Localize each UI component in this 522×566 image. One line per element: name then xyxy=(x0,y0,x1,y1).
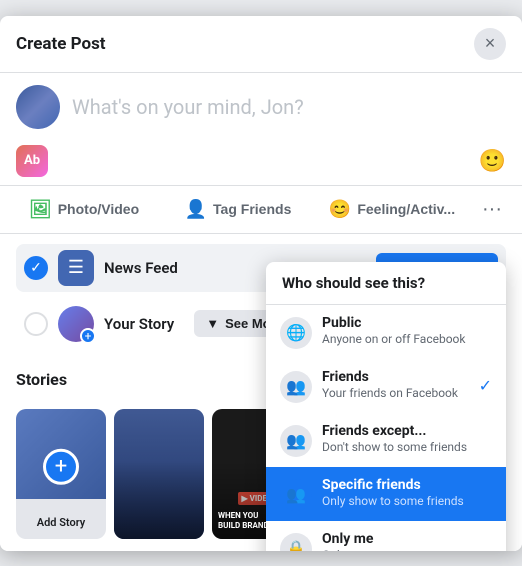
news-feed-label: News Feed xyxy=(104,259,178,277)
friends-option-subtitle: Your friends on Facebook xyxy=(322,386,458,400)
public-texts: Public Anyone on or off Facebook xyxy=(322,315,465,346)
friends-except-subtitle: Don't show to some friends xyxy=(322,440,467,454)
friends-checkmark: ✓ xyxy=(479,376,492,395)
dropdown-item-friends[interactable]: 👥 Friends Your friends on Facebook ✓ xyxy=(266,359,506,413)
friends-except-icon: 👥 xyxy=(280,425,312,457)
news-feed-icon: ☰ xyxy=(58,250,94,286)
see-more-chevron: ▼ xyxy=(206,316,219,331)
close-icon: × xyxy=(485,33,496,54)
friends-texts: Friends Your friends on Facebook xyxy=(322,369,458,400)
your-story-label: Your Story xyxy=(104,315,174,333)
action-bar: 🖼 Photo/Video 👤 Tag Friends 😊 Feeling/Ac… xyxy=(0,185,522,234)
dropdown-item-public[interactable]: 🌐 Public Anyone on or off Facebook xyxy=(266,305,506,359)
public-title: Public xyxy=(322,315,465,331)
modal-header: Create Post × xyxy=(0,16,522,73)
more-icon: ··· xyxy=(482,198,502,221)
feeling-icon: 😊 xyxy=(329,199,351,220)
specific-friends-icon: 👥 xyxy=(280,479,312,511)
public-icon: 🌐 xyxy=(280,317,312,349)
your-story-check xyxy=(24,312,48,336)
story-plus-icon: + xyxy=(80,328,96,344)
more-button[interactable]: ··· xyxy=(470,190,514,229)
story-overlay-1 xyxy=(114,461,204,539)
dropdown-item-specific-friends[interactable]: 👥 Specific friends Only show to some fri… xyxy=(266,467,506,521)
dropdown-item-friends-except[interactable]: 👥 Friends except... Don't show to some f… xyxy=(266,413,506,467)
friends-option-title: Friends xyxy=(322,369,458,385)
only-me-icon: 🔒 xyxy=(280,533,312,551)
audience-section-wrapper: ✓ ☰ News Feed 👥 Friends ▼ + Your Story ▼ xyxy=(0,234,522,358)
dropdown-header: Who should see this? xyxy=(266,262,506,305)
stories-section-label: Stories xyxy=(16,370,67,389)
feeling-button[interactable]: 😊 Feeling/Activ... xyxy=(316,190,468,229)
specific-friends-subtitle: Only show to some friends xyxy=(322,494,464,508)
close-button[interactable]: × xyxy=(474,28,506,60)
your-story-avatar: + xyxy=(58,306,94,342)
toolbar-row: Ab 🙂 xyxy=(0,141,522,185)
tag-friends-button[interactable]: 👤 Tag Friends xyxy=(162,190,314,229)
photo-video-button[interactable]: 🖼 Photo/Video xyxy=(8,190,160,229)
composer-placeholder[interactable]: What's on your mind, Jon? xyxy=(72,95,304,119)
add-story-icon: + xyxy=(43,448,79,484)
tag-friends-label: Tag Friends xyxy=(213,201,291,217)
audience-dropdown: Who should see this? 🌐 Public Anyone on … xyxy=(266,262,506,551)
friends-except-texts: Friends except... Don't show to some fri… xyxy=(322,423,467,454)
public-subtitle: Anyone on or off Facebook xyxy=(322,332,465,346)
story-card-1[interactable] xyxy=(114,409,204,539)
news-feed-check: ✓ xyxy=(24,256,48,280)
emoji-button[interactable]: 🙂 xyxy=(479,148,506,174)
photo-icon: 🖼 xyxy=(29,199,52,220)
avatar xyxy=(16,85,60,129)
friends-option-icon: 👥 xyxy=(280,371,312,403)
avatar-image xyxy=(16,85,60,129)
feeling-label: Feeling/Activ... xyxy=(357,201,455,217)
only-me-title: Only me xyxy=(322,531,373,547)
specific-friends-title: Specific friends xyxy=(322,477,464,493)
only-me-texts: Only me Only me xyxy=(322,531,373,551)
photo-video-label: Photo/Video xyxy=(58,201,139,217)
only-me-subtitle: Only me xyxy=(322,548,373,551)
tag-icon: 👤 xyxy=(185,199,207,220)
add-story-label: Add Story xyxy=(37,516,85,529)
ab-label: Ab xyxy=(24,153,40,168)
friends-except-title: Friends except... xyxy=(322,423,467,439)
add-story-card[interactable]: + Add Story xyxy=(16,409,106,539)
dropdown-item-only-me[interactable]: 🔒 Only me Only me xyxy=(266,521,506,551)
post-composer: What's on your mind, Jon? xyxy=(0,73,522,141)
specific-friends-texts: Specific friends Only show to some frien… xyxy=(322,477,464,508)
modal-title: Create Post xyxy=(16,34,106,54)
ab-icon: Ab xyxy=(16,145,48,177)
create-post-modal: Create Post × What's on your mind, Jon? … xyxy=(0,16,522,551)
